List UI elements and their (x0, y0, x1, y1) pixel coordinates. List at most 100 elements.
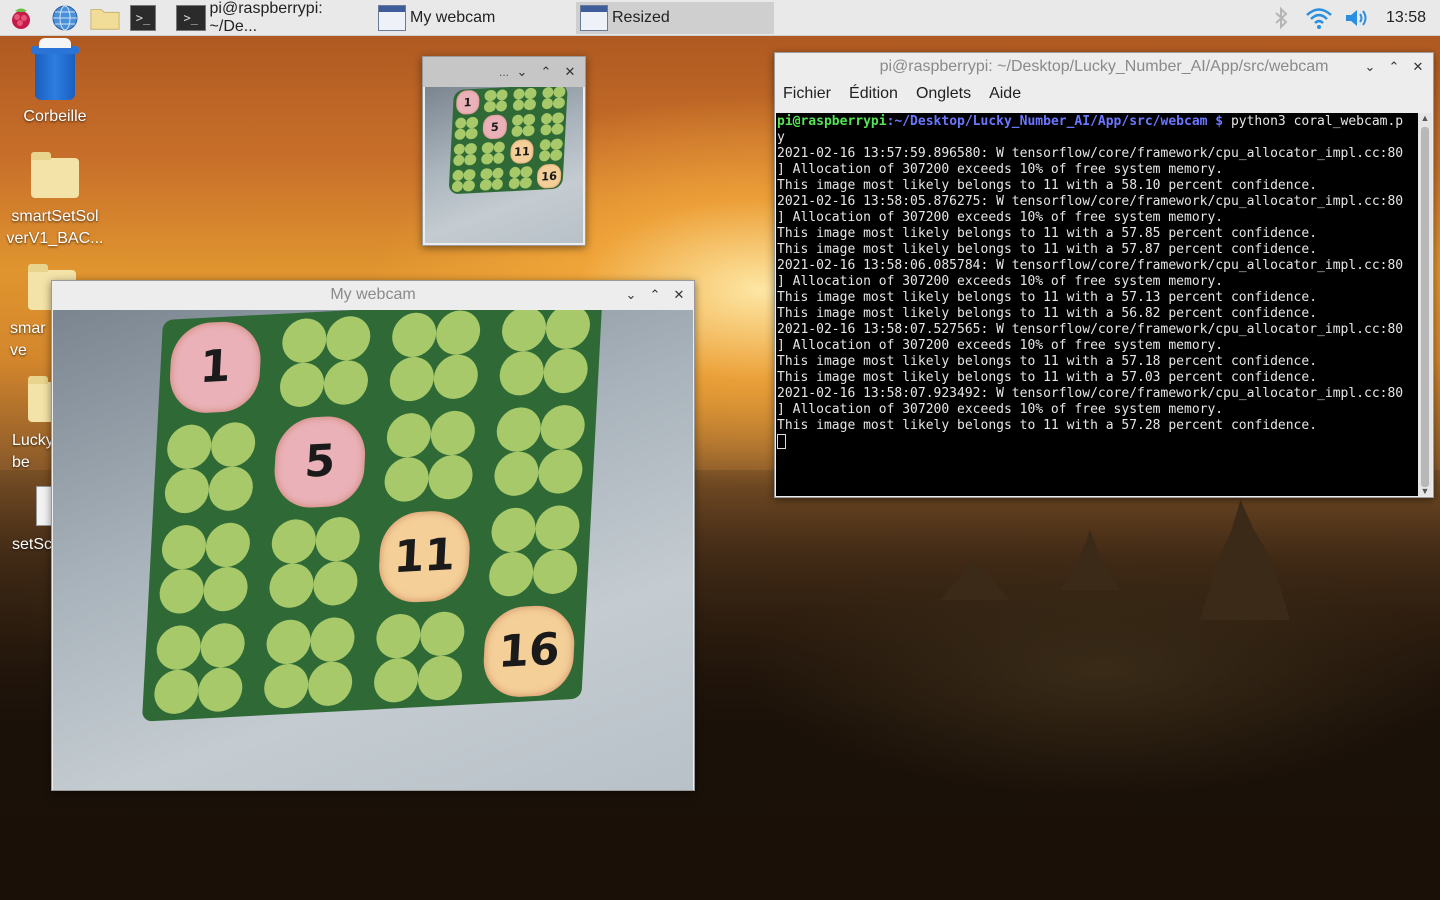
webcam-preview-small: 1 5 11 16 (425, 87, 583, 243)
volume-icon[interactable] (1342, 3, 1372, 33)
board-cell: 11 (367, 504, 482, 610)
scroll-up-icon[interactable]: ▲ (1418, 113, 1432, 123)
raspberry-menu-icon[interactable] (6, 3, 36, 33)
close-icon[interactable]: ✕ (1409, 57, 1427, 77)
number-token: 16 (536, 163, 562, 189)
clover-icon (451, 168, 476, 193)
desktop-icon-folder[interactable]: smar ve (0, 264, 76, 362)
clover-icon (498, 310, 592, 397)
terminal-prompt-line: pi@raspberrypi:~/Desktop/Lucky_Number_AI… (777, 114, 1414, 130)
terminal-command: python3 coral_webcam.p (1223, 114, 1404, 129)
board-cell (362, 604, 477, 710)
menu-edition[interactable]: Édition (849, 85, 898, 103)
clover-icon (163, 421, 257, 515)
file-manager-icon[interactable] (90, 3, 120, 33)
number-token: 1 (454, 89, 480, 115)
terminal-output[interactable]: pi@raspberrypi:~/Desktop/Lucky_Number_AI… (776, 113, 1432, 496)
board-cell: 1 (158, 314, 273, 420)
board-cell (505, 163, 535, 191)
web-browser-icon[interactable] (50, 3, 80, 33)
terminal-line: 2021-02-16 13:58:05.876275: W tensorflow… (777, 194, 1404, 209)
clover-icon (488, 504, 581, 598)
terminal-scrollbar[interactable]: ▲ ▼ (1418, 113, 1432, 496)
clover-icon (479, 166, 504, 191)
clover-icon (480, 140, 506, 165)
board-cell (537, 110, 567, 138)
board-cell (142, 615, 257, 721)
minimize-icon[interactable]: ⌄ (622, 285, 640, 305)
number-token: 5 (272, 414, 368, 510)
prompt-user: pi@raspberrypi (777, 114, 887, 129)
minimize-icon[interactable]: ⌄ (513, 62, 531, 82)
taskbar-task-my-webcam[interactable]: My webcam (374, 2, 574, 34)
terminal-cursor-line (777, 434, 1414, 451)
maximize-icon[interactable]: ⌃ (646, 285, 664, 305)
game-board: 1 5 11 16 (448, 87, 568, 195)
desktop-icon-trash[interactable]: Corbeille (0, 38, 110, 128)
webcam-titlebar[interactable]: My webcam ⌄ ⌃ ✕ (52, 281, 694, 309)
board-cell (509, 87, 539, 113)
board-cell (152, 415, 267, 521)
window-title: ... (499, 65, 510, 79)
board-cell (482, 397, 597, 503)
taskbar-task-resized[interactable]: Resized (576, 2, 774, 34)
board-cell: 5 (479, 113, 509, 141)
close-icon[interactable]: ✕ (561, 62, 579, 82)
desktop-icon-folder[interactable]: smartSetSol verV1_BAC... (0, 152, 110, 250)
board-cell (477, 498, 592, 604)
terminal-line: This image most likely belongs to 11 wit… (777, 306, 1318, 321)
bluetooth-icon[interactable] (1266, 3, 1296, 33)
terminal-cursor (777, 434, 786, 449)
clock[interactable]: 13:58 (1386, 9, 1426, 27)
terminal-launcher-icon[interactable]: >_ (130, 3, 160, 33)
desktop-icon-label: Lucky be (12, 432, 54, 471)
terminal-line: 2021-02-16 13:58:06.085784: W tensorflow… (777, 258, 1404, 273)
menu-fichier[interactable]: Fichier (783, 85, 831, 103)
wifi-icon[interactable] (1304, 3, 1334, 33)
terminal-line: ] Allocation of 307200 exceeds 10% of fr… (777, 402, 1224, 417)
desktop-icon-folder[interactable]: Lucky be (0, 376, 76, 474)
terminal-window[interactable]: pi@raspberrypi: ~/Desktop/Lucky_Number_A… (774, 52, 1434, 498)
taskbar-task-terminal[interactable]: >_ pi@raspberrypi: ~/De... (172, 0, 372, 35)
board-cell (538, 87, 568, 111)
desktop-icon-label: Corbeille (23, 108, 87, 125)
menu-onglets[interactable]: Onglets (916, 85, 971, 103)
number-token: 11 (377, 508, 472, 605)
clover-icon (388, 310, 482, 403)
game-board: 1 5 11 16 (141, 310, 603, 722)
number-token: 1 (167, 319, 263, 415)
board-cell (377, 310, 492, 409)
clover-icon (508, 165, 533, 190)
board-cell (535, 136, 565, 164)
minimize-icon[interactable]: ⌄ (1361, 57, 1379, 77)
board-cell (147, 515, 262, 621)
terminal-titlebar[interactable]: pi@raspberrypi: ~/Desktop/Lucky_Number_A… (775, 53, 1433, 81)
clover-icon (493, 403, 586, 497)
desktop-icon-script[interactable]: setSc (0, 486, 58, 556)
board-cell (478, 139, 508, 167)
terminal-line: This image most likely belongs to 11 wit… (777, 370, 1318, 385)
maximize-icon[interactable]: ⌃ (537, 62, 555, 82)
maximize-icon[interactable]: ⌃ (1385, 57, 1403, 77)
terminal-line: This image most likely belongs to 11 wit… (777, 242, 1318, 257)
close-icon[interactable]: ✕ (670, 285, 688, 305)
board-cell (252, 610, 367, 716)
scroll-down-icon[interactable]: ▼ (1418, 486, 1432, 496)
clover-icon (483, 88, 508, 113)
webcam-window[interactable]: My webcam ⌄ ⌃ ✕ 1 5 11 16 (51, 280, 695, 791)
board-cell (268, 310, 383, 415)
board-cell: 16 (471, 598, 586, 704)
clover-icon (452, 142, 477, 167)
terminal-line: 2021-02-16 13:58:07.923492: W tensorflow… (777, 386, 1404, 401)
clover-icon (453, 115, 478, 141)
resized-window-titlebar[interactable]: ... ⌄ ⌃ ✕ (423, 57, 585, 87)
menu-aide[interactable]: Aide (989, 85, 1021, 103)
scroll-thumb[interactable] (1421, 127, 1429, 487)
window-title: pi@raspberrypi: ~/Desktop/Lucky_Number_A… (879, 58, 1329, 75)
number-token: 16 (481, 603, 577, 699)
desktop-icon-label: smar ve (10, 320, 46, 359)
terminal-line: y (777, 130, 785, 145)
board-cell: 11 (507, 137, 537, 165)
terminal-line: ] Allocation of 307200 exceeds 10% of fr… (777, 210, 1224, 225)
resized-window[interactable]: ... ⌄ ⌃ ✕ 1 5 11 16 (422, 56, 586, 246)
